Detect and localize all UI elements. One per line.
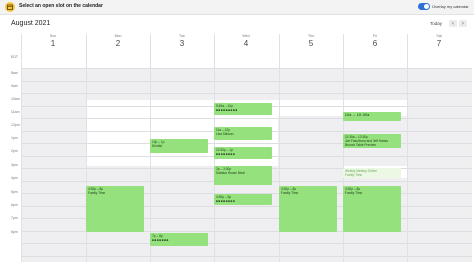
event-subtitle: Brunch Table Preview — [345, 143, 376, 147]
page-title: Select an open slot on the calendar — [19, 3, 103, 9]
app-header: Select an open slot on the calendar Over… — [0, 0, 474, 15]
calendar-event[interactable]: 12p – 1p Dentist — [150, 139, 208, 153]
hour-label: 5pm — [11, 190, 18, 194]
day-header-thu: Thu 5 — [279, 34, 343, 48]
hour-line — [21, 143, 472, 144]
calendar-app-icon — [5, 2, 15, 12]
day-header-sun: Sun 1 — [21, 34, 85, 48]
day-divider — [21, 34, 22, 262]
calendar-event[interactable]: 11:30a – 12:30p Joe Fasulbova and Jeff H… — [343, 134, 401, 148]
hour-label: 8pm — [11, 230, 18, 234]
event-title: Dentist — [152, 144, 162, 148]
calendar-event[interactable]: 2p – 3:30p Kabaka House Meal — [214, 166, 272, 185]
event-title: Lisa Stinson — [216, 132, 234, 136]
day-header-wed: Wed 4 — [214, 34, 278, 48]
overlay-calendar-label: Overlay my calendar — [432, 4, 469, 9]
hour-label: 7pm — [11, 216, 18, 220]
event-title: Kabaka House Meal — [216, 171, 245, 175]
overlay-calendar-toggle[interactable] — [418, 3, 430, 10]
calendar-event[interactable]: 4:30p – 8p Family Time — [279, 186, 337, 232]
day-number: 1 — [50, 39, 56, 48]
event-title: ■■■■■■■■■ — [216, 108, 238, 112]
hour-line — [21, 68, 472, 69]
hour-line — [21, 118, 472, 119]
calendar-event[interactable]: 4:30p – 8p Family Time — [343, 186, 401, 232]
hour-line — [21, 81, 472, 82]
hour-line — [21, 243, 472, 244]
hour-label: 6pm — [11, 203, 18, 207]
day-header-sat: Sat 7 — [407, 34, 471, 48]
event-title: Family Time — [88, 191, 106, 195]
chevron-left-icon: ‹ — [451, 20, 455, 27]
event-title: Family Time — [345, 173, 363, 177]
day-number: 7 — [436, 39, 442, 48]
event-title: Family Time — [345, 191, 363, 195]
day-number: 4 — [243, 39, 249, 48]
month-title: August 2021 — [11, 20, 51, 27]
hour-label: 8am — [11, 71, 18, 75]
calendar-event[interactable]: 4:30p – 8p Family Time — [86, 186, 144, 232]
day-number: 6 — [372, 39, 378, 48]
day-header-mon: Mon 2 — [86, 34, 150, 48]
event-title: ■■■■■■■■ — [216, 199, 236, 203]
event-title: ■■■■■■■ — [152, 238, 169, 242]
hour-label: 3pm — [11, 163, 18, 167]
hour-label: 4pm — [11, 176, 18, 180]
calendar-event-tentative[interactable]: Weekly Meetup Online Family Time — [343, 168, 401, 178]
day-header-tue: Tue 3 — [150, 34, 214, 48]
calendar-event[interactable]: 4:30p – 5p ■■■■■■■■ — [214, 194, 272, 205]
day-divider — [407, 34, 408, 262]
timezone-label: EDT — [11, 55, 18, 59]
day-header-fri: Fri 6 — [343, 34, 407, 48]
prev-week-button[interactable]: ‹ — [449, 20, 457, 27]
hour-label: 12pm — [11, 123, 20, 127]
hour-line — [21, 256, 472, 257]
toggle-knob — [424, 4, 429, 9]
calendar-event[interactable]: 9:45a – 10p ■■■■■■■■■ — [214, 103, 272, 115]
chevron-right-icon: › — [461, 20, 465, 27]
hour-label: 9am — [11, 84, 18, 88]
hour-label: 1pm — [11, 136, 18, 140]
event-title: Family Time — [281, 191, 299, 195]
calendar-event[interactable]: 10a – 10:30a — [343, 112, 401, 121]
next-week-button[interactable]: › — [459, 20, 467, 27]
calendar-event[interactable]: 7p – 8p ■■■■■■■ — [150, 233, 208, 246]
hour-label: 10am — [11, 97, 20, 101]
today-button[interactable]: Today — [430, 21, 442, 26]
calendar-event[interactable]: 11a – 12p Lisa Stinson — [214, 127, 272, 140]
hour-line — [21, 93, 472, 94]
day-number: 5 — [308, 39, 314, 48]
event-time: 10a – 10:30a — [345, 113, 370, 117]
day-number: 2 — [115, 39, 121, 48]
hour-label: 11am — [11, 110, 20, 114]
day-number: 3 — [179, 39, 185, 48]
calendar-event[interactable]: 12:30p – 1p ■■■■■■■■ — [214, 147, 272, 159]
event-title: ■■■■■■■■ — [216, 152, 236, 156]
hour-label: 2pm — [11, 149, 18, 153]
